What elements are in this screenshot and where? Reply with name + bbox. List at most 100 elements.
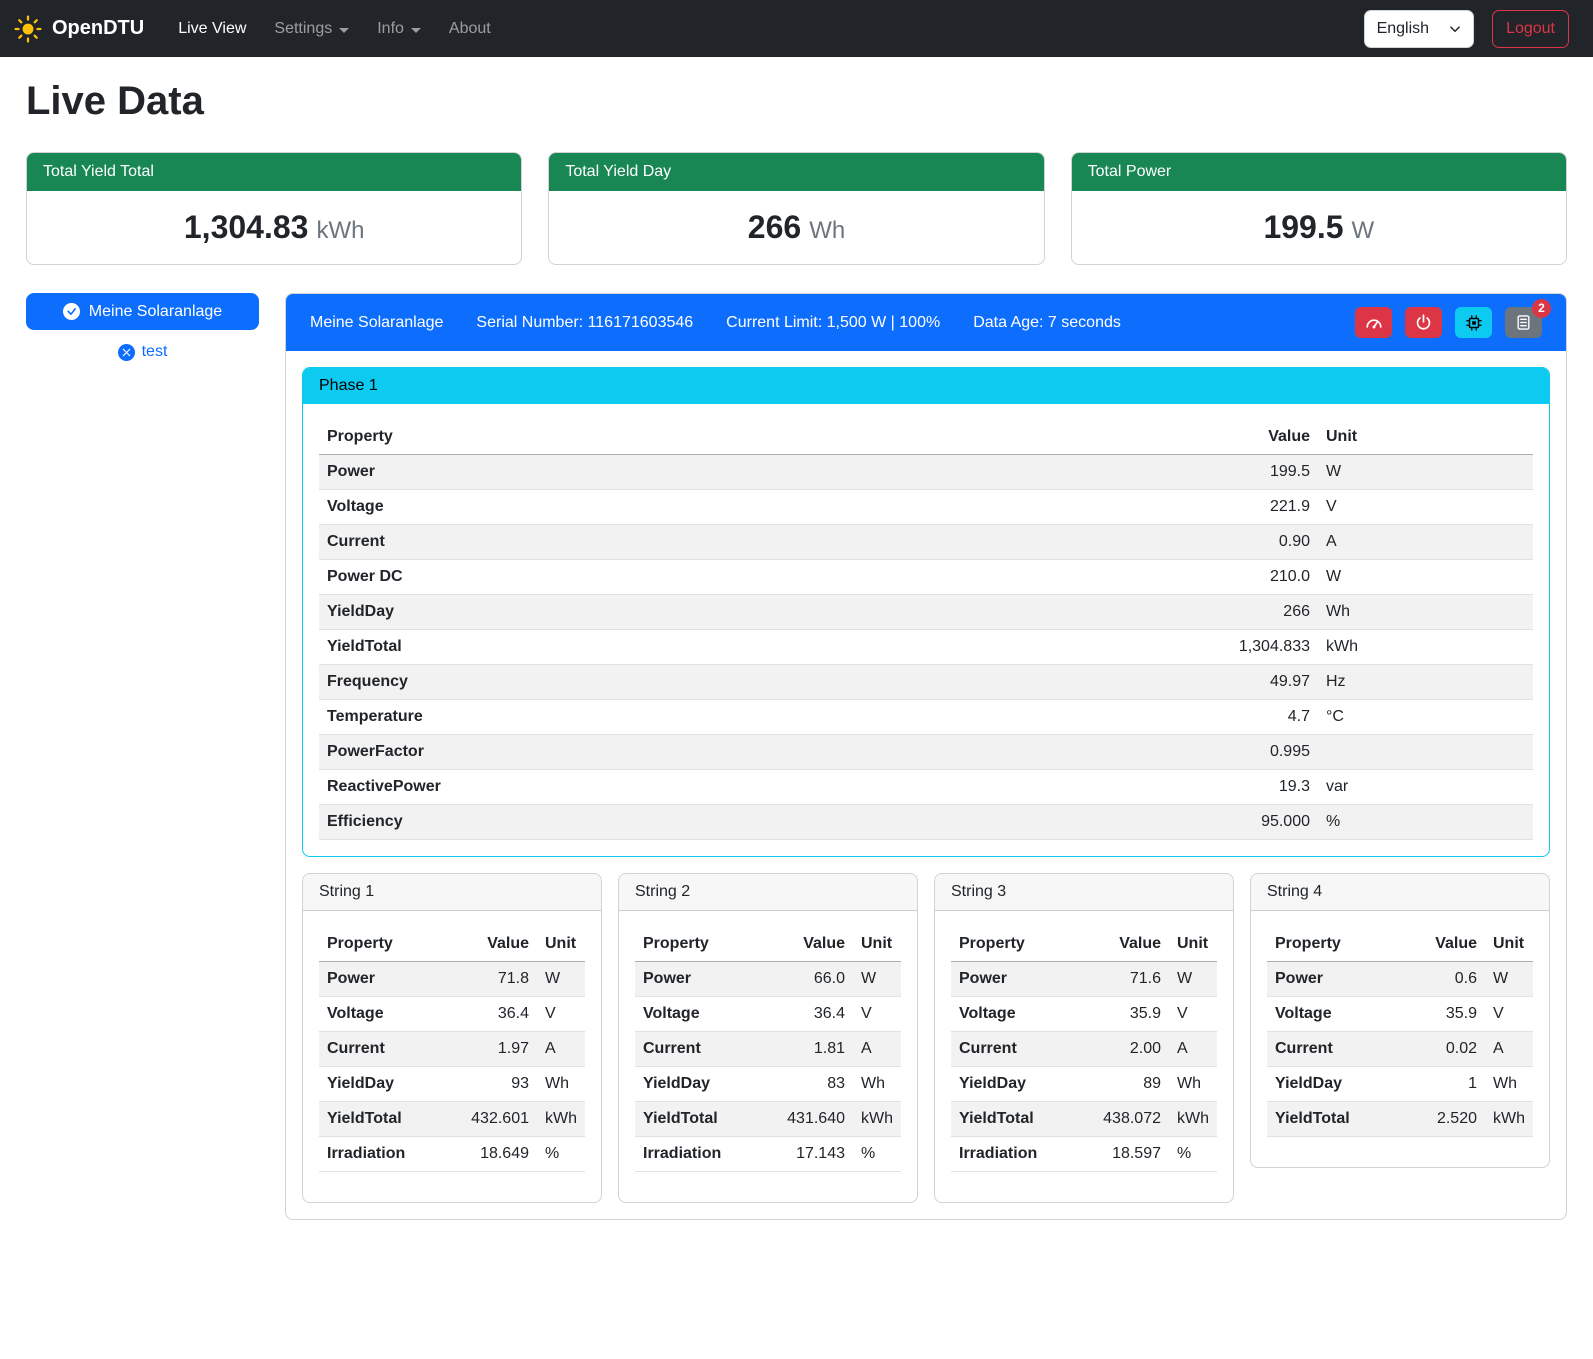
logout-button[interactable]: Logout (1492, 10, 1569, 48)
value-header: Value (1095, 927, 1169, 962)
string-title: String 4 (1251, 874, 1549, 911)
device-info-button[interactable] (1455, 307, 1492, 338)
nav-live-view-label: Live View (178, 20, 246, 38)
table-header-row: Property Value Unit (1267, 927, 1533, 962)
value-cell: 2.00 (1095, 1032, 1169, 1067)
value-cell: 1 (1427, 1067, 1485, 1102)
unit-cell: % (853, 1137, 901, 1172)
string-title: String 3 (935, 874, 1233, 911)
property-cell: Frequency (319, 665, 1231, 700)
value-cell: 432.601 (463, 1102, 537, 1137)
property-cell: Voltage (319, 997, 463, 1032)
nav-about[interactable]: About (435, 12, 505, 46)
property-cell: Current (319, 1032, 463, 1067)
property-cell: YieldDay (319, 1067, 463, 1102)
power-icon (1415, 314, 1432, 331)
unit-header: Unit (853, 927, 901, 962)
unit-cell: Wh (1485, 1067, 1533, 1102)
string-title: String 2 (619, 874, 917, 911)
table-row: PowerFactor0.995 (319, 735, 1533, 770)
gauge-icon (1365, 314, 1383, 332)
unit-cell: V (537, 997, 585, 1032)
language-select[interactable]: English (1364, 10, 1474, 48)
unit-cell: % (537, 1137, 585, 1172)
unit-cell: W (537, 962, 585, 997)
chevron-down-icon (1449, 23, 1461, 35)
table-row: Current1.81A (635, 1032, 901, 1067)
event-count-badge: 2 (1532, 299, 1551, 318)
nav-info[interactable]: Info (363, 12, 435, 46)
property-header: Property (635, 927, 779, 962)
value-cell: 0.02 (1427, 1032, 1485, 1067)
property-cell: Voltage (319, 490, 1231, 525)
string-card-4: String 4 Property Value Unit (1250, 873, 1550, 1168)
inverter-serial: Serial Number: 116171603546 (476, 314, 693, 332)
table-row: Power66.0W (635, 962, 901, 997)
language-select-value: English (1377, 20, 1429, 38)
table-row: Voltage36.4V (635, 997, 901, 1032)
value-cell: 19.3 (1231, 770, 1318, 805)
brand-link[interactable]: OpenDTU (14, 15, 144, 43)
string-card-2: String 2 Property Value Unit (618, 873, 918, 1203)
value-cell: 0.6 (1427, 962, 1485, 997)
property-cell: Irradiation (319, 1137, 463, 1172)
nav-live-view[interactable]: Live View (164, 12, 260, 46)
property-header: Property (319, 927, 463, 962)
summary-card-total-power: Total Power 199.5W (1071, 152, 1567, 265)
phase-body: Property Value Unit Power199.5WVoltage22… (303, 404, 1549, 856)
table-header-row: Property Value Unit (951, 927, 1217, 962)
limit-settings-button[interactable] (1355, 307, 1392, 338)
property-header: Property (1267, 927, 1427, 962)
nav-settings[interactable]: Settings (260, 12, 363, 46)
sidebar-item-inverter[interactable]: Meine Solaranlage (26, 293, 259, 330)
table-row: YieldDay93Wh (319, 1067, 585, 1102)
table-row: Power71.6W (951, 962, 1217, 997)
value-cell: 438.072 (1095, 1102, 1169, 1137)
value-cell: 36.4 (463, 997, 537, 1032)
string-card-3: String 3 Property Value Unit (934, 873, 1234, 1203)
property-cell: Power (319, 962, 463, 997)
value-cell: 49.97 (1231, 665, 1318, 700)
property-cell: YieldTotal (1267, 1102, 1427, 1137)
sidebar-item-test[interactable]: test (26, 343, 259, 361)
property-cell: Power (319, 455, 1231, 490)
inverter-name: Meine Solaranlage (310, 314, 443, 332)
unit-cell: W (853, 962, 901, 997)
sidebar-item-inverter-label: Meine Solaranlage (89, 303, 222, 321)
summary-card-value: 199.5 (1263, 209, 1343, 245)
table-row: YieldTotal1,304.833kWh (319, 630, 1533, 665)
phase-card: Phase 1 Property Value Unit (302, 367, 1550, 857)
table-row: Power0.6W (1267, 962, 1533, 997)
property-cell: Temperature (319, 700, 1231, 735)
table-row: Voltage221.9V (319, 490, 1533, 525)
string-table: Property Value Unit Power66.0WVoltage36.… (635, 927, 901, 1172)
table-row: Current1.97A (319, 1032, 585, 1067)
value-cell: 95.000 (1231, 805, 1318, 840)
property-cell: YieldDay (951, 1067, 1095, 1102)
table-row: Current0.02A (1267, 1032, 1533, 1067)
string-card-1: String 1 Property Value Unit (302, 873, 602, 1203)
summary-card-body: 199.5W (1072, 191, 1566, 264)
power-toggle-button[interactable] (1405, 307, 1442, 338)
sun-icon (14, 15, 42, 43)
unit-cell: % (1169, 1137, 1217, 1172)
table-row: Frequency49.97Hz (319, 665, 1533, 700)
table-row: Current2.00A (951, 1032, 1217, 1067)
x-circle-icon[interactable] (118, 344, 135, 361)
table-row: Power199.5W (319, 455, 1533, 490)
table-row: Current0.90A (319, 525, 1533, 560)
property-cell: ReactivePower (319, 770, 1231, 805)
summary-card-unit: kWh (316, 217, 364, 244)
summary-card-unit: Wh (809, 217, 845, 244)
nav-settings-label: Settings (274, 20, 332, 38)
string-title: String 1 (303, 874, 601, 911)
inverter-action-buttons: 2 (1355, 307, 1542, 338)
phase-title: Phase 1 (303, 368, 1549, 404)
table-row: Irradiation18.597% (951, 1137, 1217, 1172)
summary-card-body: 266Wh (549, 191, 1043, 264)
value-cell: 266 (1231, 595, 1318, 630)
event-log-button[interactable]: 2 (1505, 307, 1542, 338)
summary-card-total-yield-day: Total Yield Day 266Wh (548, 152, 1044, 265)
unit-cell: V (1318, 490, 1533, 525)
table-row: YieldTotal432.601kWh (319, 1102, 585, 1137)
